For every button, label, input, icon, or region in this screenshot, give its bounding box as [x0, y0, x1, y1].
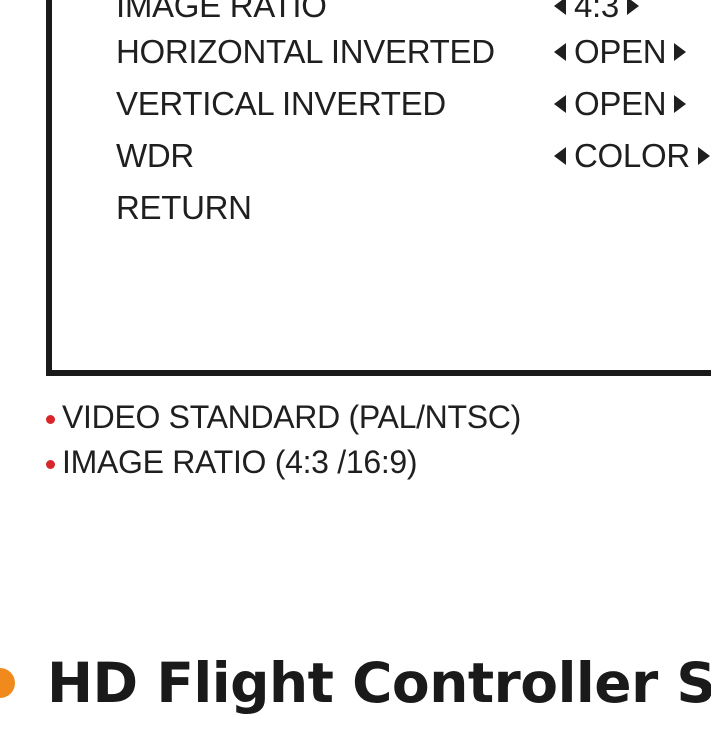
manual-page: IMAGE RATIO 4:3 HORIZONTAL INVERTED OPEN…: [0, 0, 711, 731]
osd-value-text: COLOR: [574, 137, 690, 174]
bullet-icon: [46, 459, 55, 469]
osd-row-value-wdr: COLOR: [554, 134, 710, 178]
right-arrow-icon: [674, 43, 687, 61]
osd-row-label-return: RETURN: [116, 189, 252, 226]
osd-row-label-horizontal-inverted: HORIZONTAL INVERTED: [116, 33, 495, 70]
note-image-ratio: IMAGE RATIO (4:3 /16:9): [46, 442, 418, 482]
osd-row-label-vertical-inverted: VERTICAL INVERTED: [116, 85, 446, 122]
note-text: IMAGE RATIO (4:3 /16:9): [62, 444, 418, 480]
right-arrow-icon: [697, 147, 710, 165]
right-arrow-icon: [626, 0, 639, 15]
note-video-standard: VIDEO STANDARD (PAL/NTSC): [46, 397, 521, 437]
osd-row-value-horizontal-inverted: OPEN: [554, 30, 687, 74]
osd-row-label-image-ratio: IMAGE RATIO: [116, 0, 327, 24]
section-heading: HD Flight Controller Set: [0, 648, 711, 718]
left-arrow-icon: [554, 0, 566, 15]
osd-value-text: OPEN: [574, 33, 667, 70]
note-text: VIDEO STANDARD (PAL/NTSC): [62, 399, 521, 435]
right-arrow-icon: [674, 95, 687, 113]
section-heading-text: HD Flight Controller Set: [47, 651, 711, 715]
left-arrow-icon: [554, 147, 566, 165]
osd-row-label-wdr: WDR: [116, 137, 194, 174]
osd-row-value-vertical-inverted: OPEN: [554, 82, 687, 126]
bullet-icon: [46, 414, 55, 424]
left-arrow-icon: [554, 43, 566, 61]
osd-row-value-image-ratio: 4:3: [554, 0, 639, 28]
heading-bullet-icon: [0, 668, 15, 698]
left-arrow-icon: [554, 95, 566, 113]
osd-value-text: 4:3: [574, 0, 619, 24]
osd-value-text: OPEN: [574, 85, 667, 122]
